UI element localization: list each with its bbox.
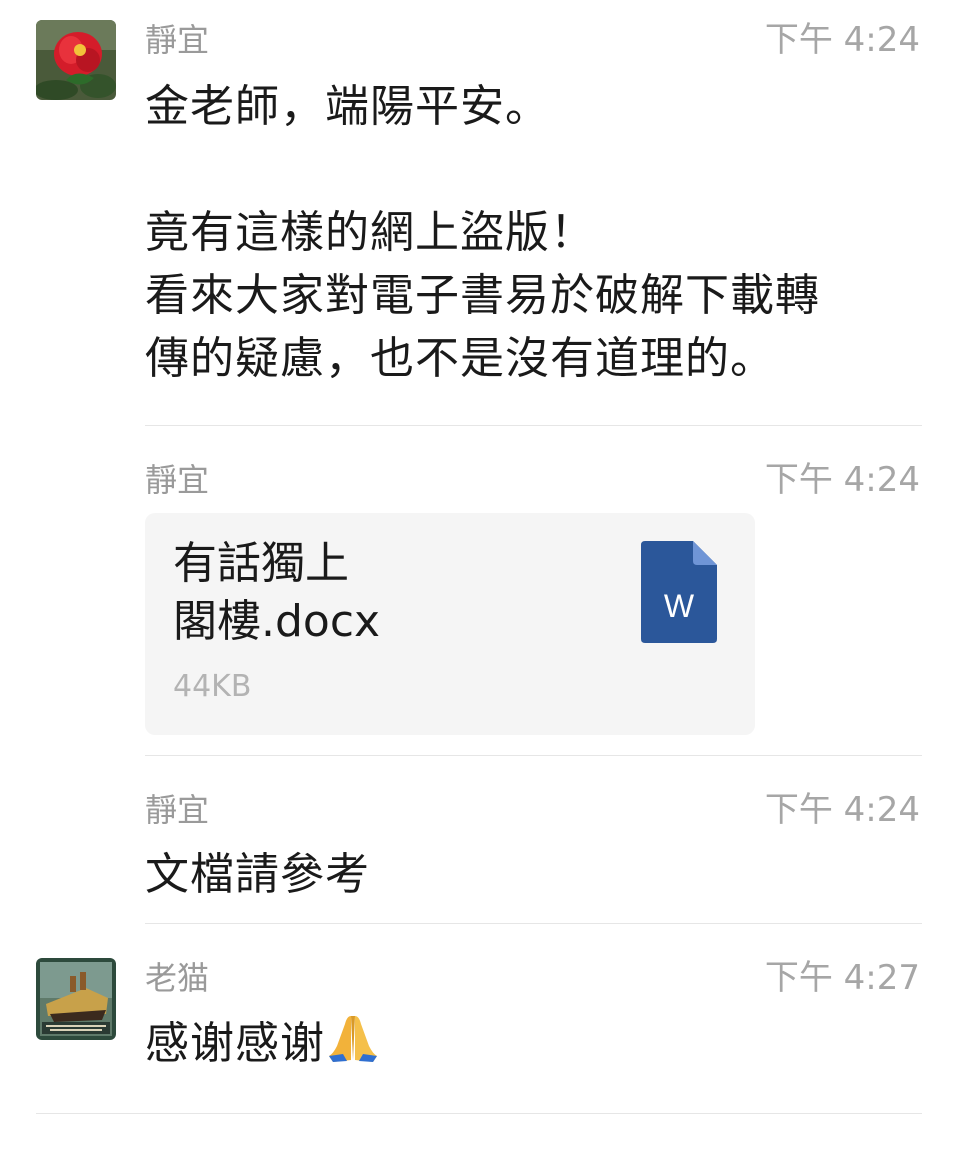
divider: [145, 923, 922, 924]
sender-name[interactable]: 靜宜: [145, 20, 209, 60]
sender-name[interactable]: 老猫: [145, 958, 209, 998]
folded-hands-emoji-icon: [325, 1012, 381, 1064]
message-1: 靜宜 下午 4:24 金老師，端陽平安。 竟有這樣的網上盜版！ 看來大家對電子書…: [0, 0, 960, 425]
camellia-avatar-icon: [36, 20, 116, 100]
file-name-line: 閣樓.docx: [173, 596, 381, 647]
timestamp: 下午 4:24: [764, 460, 920, 500]
message-text[interactable]: 金老師，端陽平安。 竟有這樣的網上盜版！ 看來大家對電子書易於破解下載轉 傳的疑…: [145, 75, 820, 390]
file-size: 44KB: [173, 669, 252, 704]
timestamp: 下午 4:24: [764, 20, 920, 60]
message-line: 傳的疑慮，也不是沒有道理的。: [145, 333, 775, 384]
message-line: 看來大家對電子書易於破解下載轉: [145, 270, 820, 321]
file-name-line: 有話獨上: [173, 538, 349, 589]
divider: [145, 425, 922, 426]
message-line: 竟有這樣的網上盜版！: [145, 207, 595, 258]
message-text[interactable]: 文檔請參考: [145, 843, 370, 906]
divider: [145, 755, 922, 756]
message-line: 金老師，端陽平安。: [145, 81, 550, 132]
divider: [36, 1113, 922, 1114]
avatar-ship-poster[interactable]: [36, 958, 116, 1040]
message-text[interactable]: 感谢感谢: [145, 1012, 381, 1075]
timestamp: 下午 4:27: [764, 958, 920, 998]
sender-name[interactable]: 靜宜: [145, 790, 209, 830]
file-attachment-card[interactable]: 有話獨上 閣樓.docx 44KB W: [145, 513, 755, 735]
message-line-blank: [145, 138, 820, 201]
ship-poster-avatar-icon: [36, 958, 116, 1040]
sender-name[interactable]: 靜宜: [145, 460, 209, 500]
message-text-content: 感谢感谢: [145, 1018, 325, 1069]
file-name: 有話獨上 閣樓.docx: [173, 535, 380, 651]
word-document-icon: W: [641, 541, 717, 643]
avatar-camellia[interactable]: [36, 20, 116, 100]
svg-text:W: W: [664, 588, 695, 624]
timestamp: 下午 4:24: [764, 790, 920, 830]
